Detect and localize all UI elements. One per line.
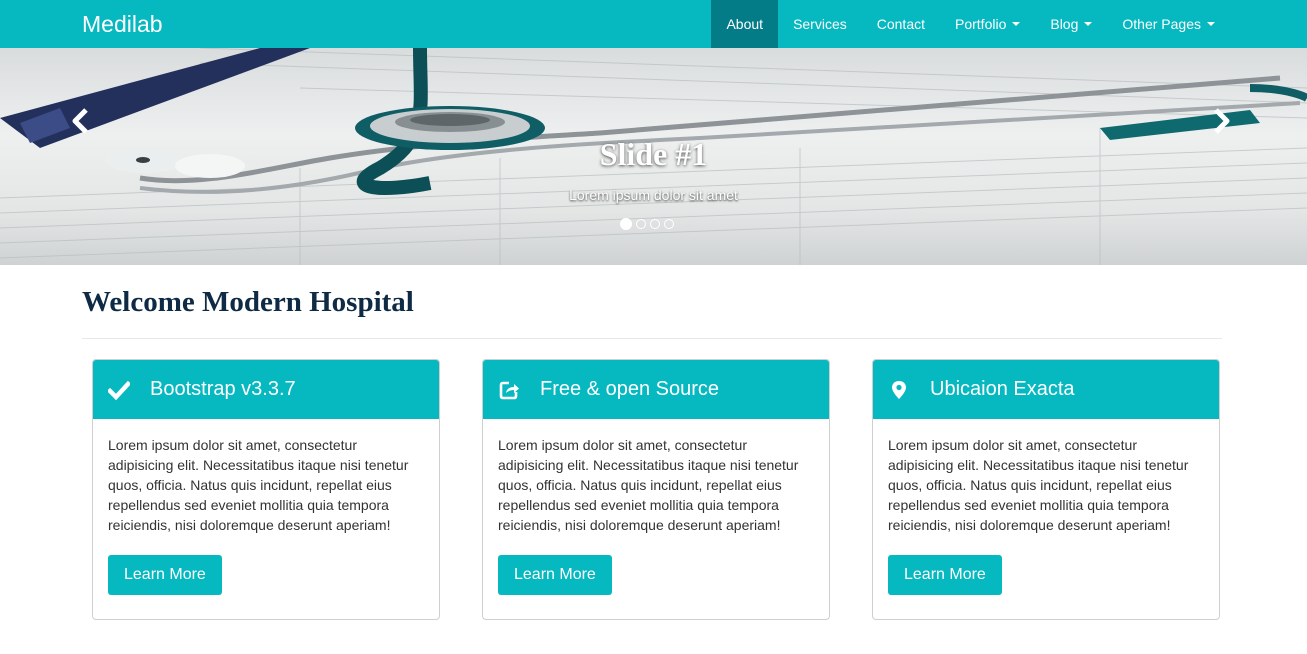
feature-panel-open-source: Free & open Source Lorem ipsum dolor sit…	[482, 359, 830, 620]
panel-title: Bootstrap v3.3.7	[150, 378, 296, 400]
map-marker-icon	[887, 378, 911, 402]
panel-title: Free & open Source	[540, 378, 719, 400]
nav-item-other-pages[interactable]: Other Pages	[1107, 0, 1230, 48]
nav-item-label: Blog	[1050, 16, 1079, 32]
learn-more-button[interactable]: Learn More	[498, 555, 612, 595]
panel-heading: Bootstrap v3.3.7	[93, 360, 439, 419]
panel-body: Lorem ipsum dolor sit amet, consectetur …	[483, 419, 829, 595]
hero-carousel: Slide #1 Lorem ipsum dolor sit amet	[0, 48, 1307, 265]
nav-item-label: Contact	[876, 16, 925, 32]
caret-down-icon	[1084, 22, 1093, 26]
nav-item-about[interactable]: About	[711, 0, 779, 48]
nav-item-label: Portfolio	[955, 16, 1007, 32]
navbar: Medilab About Services Contact Portfolio…	[0, 0, 1307, 48]
slide-title: Slide #1	[599, 136, 708, 172]
slide-subtitle: Lorem ipsum dolor sit amet	[569, 187, 738, 203]
carousel-indicator[interactable]	[664, 219, 674, 229]
nav-item-portfolio[interactable]: Portfolio	[940, 0, 1035, 48]
share-icon	[497, 378, 521, 402]
panel-body: Lorem ipsum dolor sit amet, consectetur …	[93, 419, 439, 595]
brand-logo[interactable]: Medilab	[82, 10, 163, 38]
nav-item-label: Services	[793, 16, 847, 32]
nav-item-contact[interactable]: Contact	[862, 0, 940, 48]
carousel-indicator[interactable]	[650, 219, 660, 229]
page-title: Welcome Modern Hospital	[82, 286, 414, 318]
main-nav: About Services Contact Portfolio Blog Ot…	[711, 0, 1230, 48]
chevron-right-icon	[1214, 108, 1230, 134]
panel-body: Lorem ipsum dolor sit amet, consectetur …	[873, 419, 1219, 595]
carousel-indicators	[620, 218, 674, 230]
feature-panel-bootstrap: Bootstrap v3.3.7 Lorem ipsum dolor sit a…	[92, 359, 440, 620]
chevron-left-icon	[72, 108, 88, 134]
panel-heading: Free & open Source	[483, 360, 829, 419]
caret-down-icon	[1207, 22, 1215, 26]
carousel-indicator[interactable]	[636, 219, 646, 229]
learn-more-button[interactable]: Learn More	[888, 555, 1002, 595]
feature-panel-location: Ubicaion Exacta Lorem ipsum dolor sit am…	[872, 359, 1220, 620]
nav-item-label: About	[726, 16, 764, 32]
panel-heading: Ubicaion Exacta	[873, 360, 1219, 419]
learn-more-button[interactable]: Learn More	[108, 555, 222, 595]
panel-text: Lorem ipsum dolor sit amet, consectetur …	[888, 437, 1189, 533]
nav-item-blog[interactable]: Blog	[1035, 0, 1107, 48]
nav-item-services[interactable]: Services	[778, 0, 862, 48]
panel-text: Lorem ipsum dolor sit amet, consectetur …	[498, 437, 799, 533]
divider	[82, 338, 1222, 339]
carousel-indicator[interactable]	[620, 218, 632, 230]
panel-text: Lorem ipsum dolor sit amet, consectetur …	[108, 437, 409, 533]
caret-down-icon	[1012, 22, 1021, 26]
carousel-next-button[interactable]	[1206, 106, 1236, 136]
panel-title: Ubicaion Exacta	[930, 378, 1075, 400]
check-icon	[107, 378, 131, 402]
nav-item-label: Other Pages	[1122, 16, 1201, 32]
carousel-prev-button[interactable]	[66, 106, 96, 136]
